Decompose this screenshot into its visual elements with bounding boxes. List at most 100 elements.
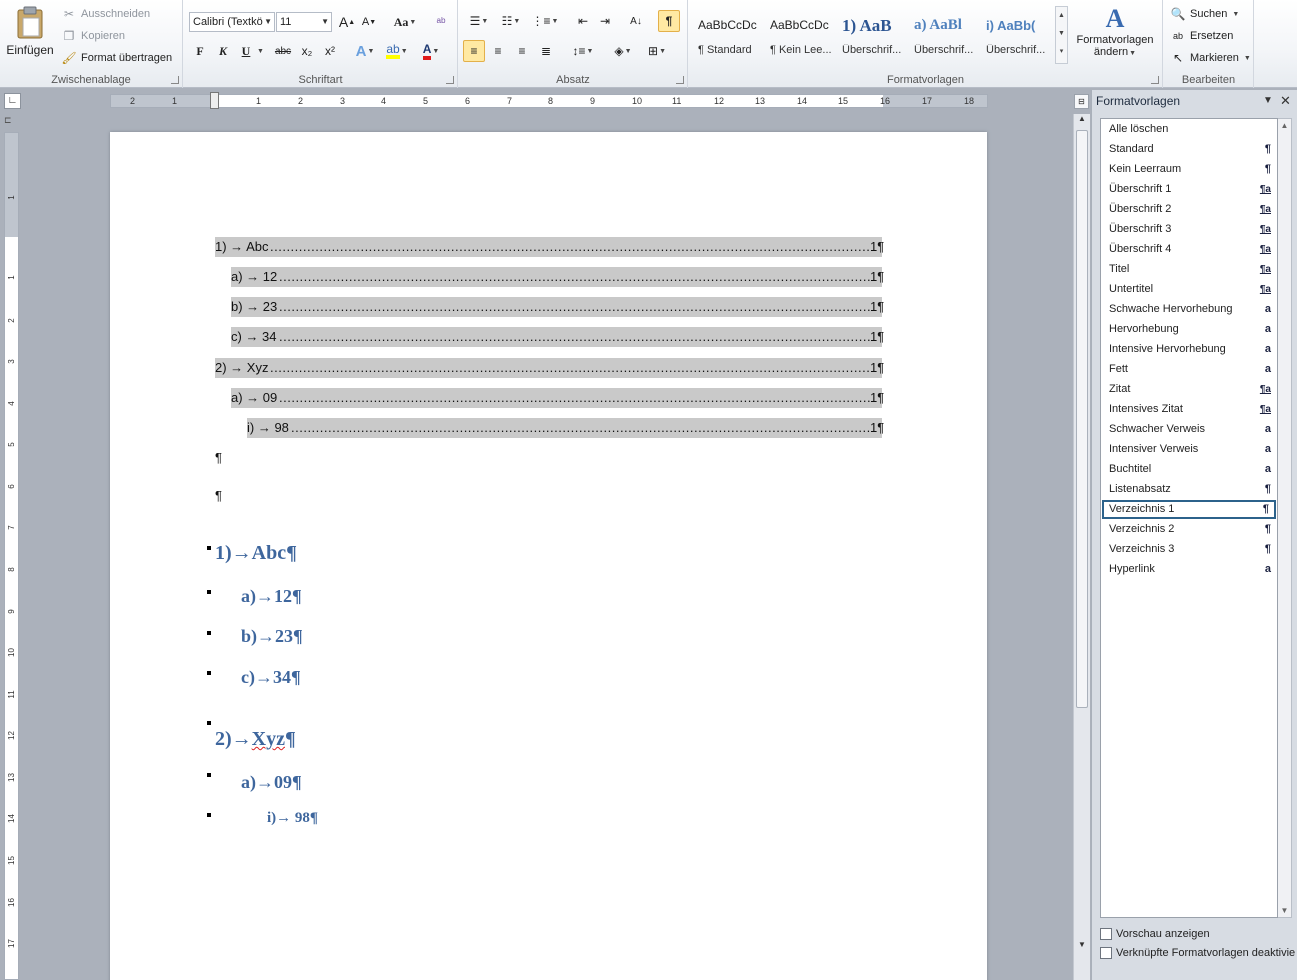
strikethrough-button[interactable]: abc xyxy=(272,40,294,62)
style-list-item[interactable]: Überschrift 4 ¶a xyxy=(1102,240,1276,259)
change-case-button[interactable]: Aa ▼ xyxy=(390,11,420,33)
cut-button[interactable]: ✂ Ausschneiden xyxy=(61,6,150,22)
heading-level-1[interactable]: 2)→Xyz¶ xyxy=(215,728,296,751)
font-size-combo[interactable]: 11 ▼ xyxy=(276,12,332,32)
borders-button[interactable]: ⊞ ▼ xyxy=(643,40,671,62)
preview-checkbox[interactable]: Vorschau anzeigen xyxy=(1100,928,1210,940)
style-list-scrollbar[interactable]: ▲ ▼ xyxy=(1278,118,1292,918)
decrease-indent-button[interactable]: ⇤ xyxy=(572,10,594,32)
style-list-item[interactable]: Überschrift 1 ¶a xyxy=(1102,180,1276,199)
style-list-item[interactable]: Verzeichnis 2 ¶ xyxy=(1102,520,1276,539)
format-painter-button[interactable]: 🖌 Format übertragen xyxy=(61,50,172,66)
toc-entry[interactable]: ........................................… xyxy=(247,418,884,438)
style-list-item[interactable]: Hyperlink a xyxy=(1102,560,1276,579)
heading-level-2[interactable]: a)→12¶ xyxy=(241,586,302,607)
show-marks-button[interactable]: ¶ xyxy=(658,10,680,32)
italic-button[interactable]: K xyxy=(212,40,234,62)
underline-dropdown[interactable]: ▼ xyxy=(255,40,265,62)
style-list-item[interactable]: Hervorhebung a xyxy=(1102,320,1276,339)
heading-level-1[interactable]: 1)→Abc¶ xyxy=(215,542,297,565)
style-list-item[interactable]: Buchtitel a xyxy=(1102,460,1276,479)
horizontal-ruler[interactable]: 2 1 1 2 3 4 5 6 7 8 9 10 11 12 13 14 15 16 17 18 xyxy=(110,92,988,109)
style-list-item[interactable]: Überschrift 3 ¶a xyxy=(1102,220,1276,239)
chevron-down-icon[interactable]: ▼ xyxy=(1278,906,1291,915)
line-spacing-button[interactable]: ↕≡ ▼ xyxy=(569,40,597,62)
copy-button[interactable]: ❐ Kopieren xyxy=(61,28,125,44)
chevron-down-icon[interactable]: ▼ xyxy=(1263,95,1273,106)
align-right-button[interactable]: ≡ xyxy=(511,40,533,62)
style-tile-standard[interactable]: AaBbCcDc ¶ Standard xyxy=(692,6,764,64)
style-list-item[interactable]: Intensive Hervorhebung a xyxy=(1102,340,1276,359)
style-list-item[interactable]: Verzeichnis 1 ¶ xyxy=(1102,500,1276,519)
checkbox-box[interactable] xyxy=(1100,928,1112,940)
linked-styles-checkbox[interactable]: Verknüpfte Formatvorlagen deaktivie xyxy=(1100,947,1295,959)
heading-level-2[interactable]: b)→23¶ xyxy=(241,626,303,647)
scroll-thumb[interactable] xyxy=(1076,130,1088,708)
style-list-item[interactable]: Listenabsatz ¶ xyxy=(1102,480,1276,499)
toc-entry[interactable]: ........................................… xyxy=(231,327,884,347)
document-scrollbar[interactable]: ▲ ▼ xyxy=(1073,114,1090,980)
indent-marker[interactable] xyxy=(210,92,219,109)
style-list-item[interactable]: Überschrift 2 ¶a xyxy=(1102,200,1276,219)
clear-formatting-button[interactable]: ᵃᵇ xyxy=(430,11,452,33)
ruler-toggle-icon[interactable]: ⊟ xyxy=(1074,94,1089,109)
superscript-button[interactable]: x² xyxy=(319,40,341,62)
align-center-button[interactable]: ≡ xyxy=(487,40,509,62)
chevron-up-icon[interactable]: ▲ xyxy=(1074,114,1090,128)
style-list-item[interactable]: Schwacher Verweis a xyxy=(1102,420,1276,439)
font-color-button[interactable]: A ▼ xyxy=(416,40,446,62)
style-list-item[interactable]: Intensives Zitat ¶a xyxy=(1102,400,1276,419)
paste-button[interactable]: Einfügen xyxy=(4,4,56,60)
style-list-item[interactable]: Kein Leerraum ¶ xyxy=(1102,160,1276,179)
heading-level-3[interactable]: i)→ 98¶ xyxy=(267,810,318,827)
toc-entry[interactable]: ........................................… xyxy=(215,237,884,257)
sort-button[interactable]: A↓ xyxy=(625,10,647,32)
vertical-ruler[interactable]: 1 1 2 3 4 5 6 7 8 9 10 11 12 13 14 15 16 17 xyxy=(4,132,19,980)
style-tile-heading-1[interactable]: 1) AaB Überschrif... xyxy=(836,6,908,64)
empty-paragraph[interactable]: ¶ xyxy=(215,488,222,503)
change-styles-button[interactable]: A Formatvorlagen ändern▼ xyxy=(1072,4,1158,70)
paragraph-dialog-launcher[interactable] xyxy=(676,76,684,84)
justify-button[interactable]: ≣ xyxy=(535,40,557,62)
bullets-button[interactable]: ☰ ▼ xyxy=(465,10,493,32)
grow-font-button[interactable]: A ▲ xyxy=(336,11,358,33)
style-tile-heading-3[interactable]: i) AaBb( Überschrif... xyxy=(980,6,1052,64)
subscript-button[interactable]: x₂ xyxy=(296,40,318,62)
checkbox-box[interactable] xyxy=(1100,947,1112,959)
style-list-item[interactable]: Verzeichnis 3 ¶ xyxy=(1102,540,1276,559)
style-list-item[interactable]: Alle löschen xyxy=(1102,120,1276,139)
clipboard-dialog-launcher[interactable] xyxy=(171,76,179,84)
numbering-button[interactable]: ☷ ▼ xyxy=(497,10,525,32)
heading-level-2[interactable]: c)→34¶ xyxy=(241,667,301,688)
style-tile-heading-2[interactable]: a) AaBl Überschrif... xyxy=(908,6,980,64)
heading-level-2[interactable]: a)→09¶ xyxy=(241,772,302,793)
toc-entry[interactable]: ........................................… xyxy=(231,267,884,287)
toc-entry[interactable]: ........................................… xyxy=(231,297,884,317)
close-icon[interactable]: ✕ xyxy=(1280,93,1291,109)
style-tile-no-spacing[interactable]: AaBbCcDc ¶ Kein Lee... xyxy=(764,6,836,64)
style-list-item[interactable]: Schwache Hervorhebung a xyxy=(1102,300,1276,319)
style-list-item[interactable]: Fett a xyxy=(1102,360,1276,379)
select-button[interactable]: ↖ Markieren ▼ xyxy=(1170,50,1251,66)
style-list-item[interactable]: Standard ¶ xyxy=(1102,140,1276,159)
style-list-item[interactable]: Zitat ¶a xyxy=(1102,380,1276,399)
style-list-item[interactable]: Untertitel ¶a xyxy=(1102,280,1276,299)
shading-button[interactable]: ◈ ▼ xyxy=(609,40,637,62)
text-effects-button[interactable]: A ▼ xyxy=(350,40,380,62)
highlight-button[interactable]: ab ▼ xyxy=(382,40,412,62)
empty-paragraph[interactable]: ¶ xyxy=(215,450,222,465)
document-page[interactable]: ........................................… xyxy=(110,132,987,980)
multilevel-list-button[interactable]: ⋮≡ ▼ xyxy=(531,10,559,32)
tab-selector[interactable]: ∟ xyxy=(4,93,21,109)
chevron-down-icon[interactable]: ▼ xyxy=(1074,940,1090,954)
font-dialog-launcher[interactable] xyxy=(446,76,454,84)
styles-gallery-scroll[interactable]: ▲ ▼ ▾ xyxy=(1055,6,1068,64)
style-list-item[interactable]: Intensiver Verweis a xyxy=(1102,440,1276,459)
toc-entry[interactable]: ........................................… xyxy=(231,388,884,408)
increase-indent-button[interactable]: ⇥ xyxy=(594,10,616,32)
style-list-item[interactable]: Titel ¶a xyxy=(1102,260,1276,279)
shrink-font-button[interactable]: A ▼ xyxy=(358,11,380,33)
style-list[interactable]: Alle löschen Standard ¶ Kein Leerraum ¶ Übers… xyxy=(1100,118,1278,918)
styles-dialog-launcher[interactable] xyxy=(1151,76,1159,84)
toc-entry[interactable]: ........................................… xyxy=(215,358,884,378)
